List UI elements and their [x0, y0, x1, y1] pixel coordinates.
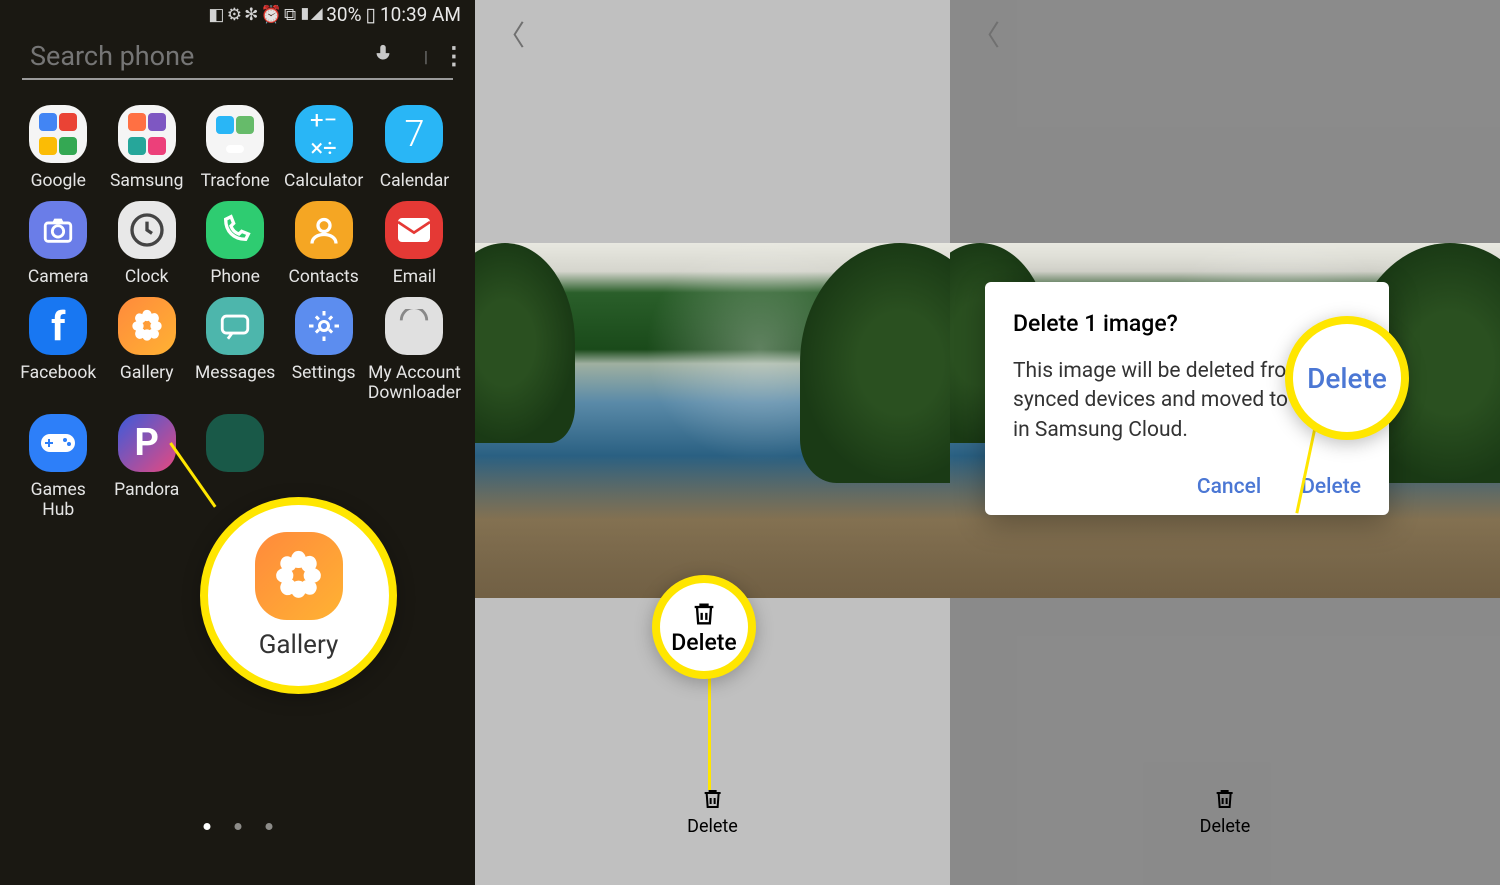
trash-icon [701, 786, 725, 812]
app-messages[interactable]: Messages [191, 297, 279, 403]
app-google-folder[interactable]: Google [14, 105, 102, 191]
page-indicator [203, 823, 272, 830]
confirm-delete-button[interactable]: Delete [1301, 475, 1361, 499]
clock-time: 10:39 AM [380, 3, 461, 26]
delete-action[interactable]: Delete [687, 786, 738, 837]
delete-action[interactable]: Delete [1200, 786, 1251, 837]
app-email[interactable]: Email [368, 201, 461, 287]
status-bar: ◧ ⚙ ✻ ⏰ ⧉ ▮◢ 30% ▯ 10:39 AM [0, 0, 475, 26]
back-button[interactable]: 〈 [497, 14, 525, 54]
app-samsung-folder[interactable]: Samsung [102, 105, 190, 191]
app-clock[interactable]: Clock [102, 201, 190, 287]
trash-icon [1213, 786, 1237, 812]
app-calculator[interactable]: +−×÷Calculator [279, 105, 367, 191]
app-contacts[interactable]: Contacts [279, 201, 367, 287]
back-button[interactable]: 〈 [972, 14, 1000, 54]
gallery-photo-screen: 〈 Delete [475, 0, 950, 885]
app-drawer-screen: ◧ ⚙ ✻ ⏰ ⧉ ▮◢ 30% ▯ 10:39 AM | ⋮ Google S… [0, 0, 475, 885]
gallery-icon [255, 532, 343, 620]
app-phone[interactable]: Phone [191, 201, 279, 287]
app-gallery[interactable]: Gallery [102, 297, 190, 403]
mic-icon[interactable] [372, 43, 410, 69]
separator: | [424, 47, 428, 66]
app-my-account-downloader[interactable]: My Account Downloader [368, 297, 461, 403]
battery-pct: 30% [326, 3, 361, 26]
app-camera[interactable]: Camera [14, 201, 102, 287]
app-games-hub[interactable]: Games Hub [14, 414, 102, 520]
status-icons: ◧ ⚙ ✻ ⏰ ⧉ ▮◢ [208, 5, 322, 25]
app-facebook[interactable]: fFacebook [14, 297, 102, 403]
trash-icon [690, 599, 718, 629]
app-calendar[interactable]: 7Calendar [368, 105, 461, 191]
search-input[interactable] [30, 40, 372, 72]
app-grid: Google Samsung Tracfone +−×÷Calculator 7… [0, 80, 475, 520]
app-tracfone-folder[interactable]: Tracfone [191, 105, 279, 191]
app-settings[interactable]: Settings [279, 297, 367, 403]
dialog-actions: Cancel Delete [1013, 475, 1361, 499]
callout-delete-button: Delete [652, 575, 756, 679]
callout-delete-dialog: Delete [1285, 316, 1409, 440]
app-pandora[interactable]: PPandora [102, 414, 190, 520]
battery-icon: ▯ [366, 3, 376, 26]
photo-preview[interactable] [475, 243, 950, 598]
more-icon[interactable]: ⋮ [442, 42, 466, 70]
callout-gallery: Gallery [200, 497, 397, 694]
search-bar[interactable]: | ⋮ [22, 34, 453, 80]
cancel-button[interactable]: Cancel [1197, 475, 1261, 499]
